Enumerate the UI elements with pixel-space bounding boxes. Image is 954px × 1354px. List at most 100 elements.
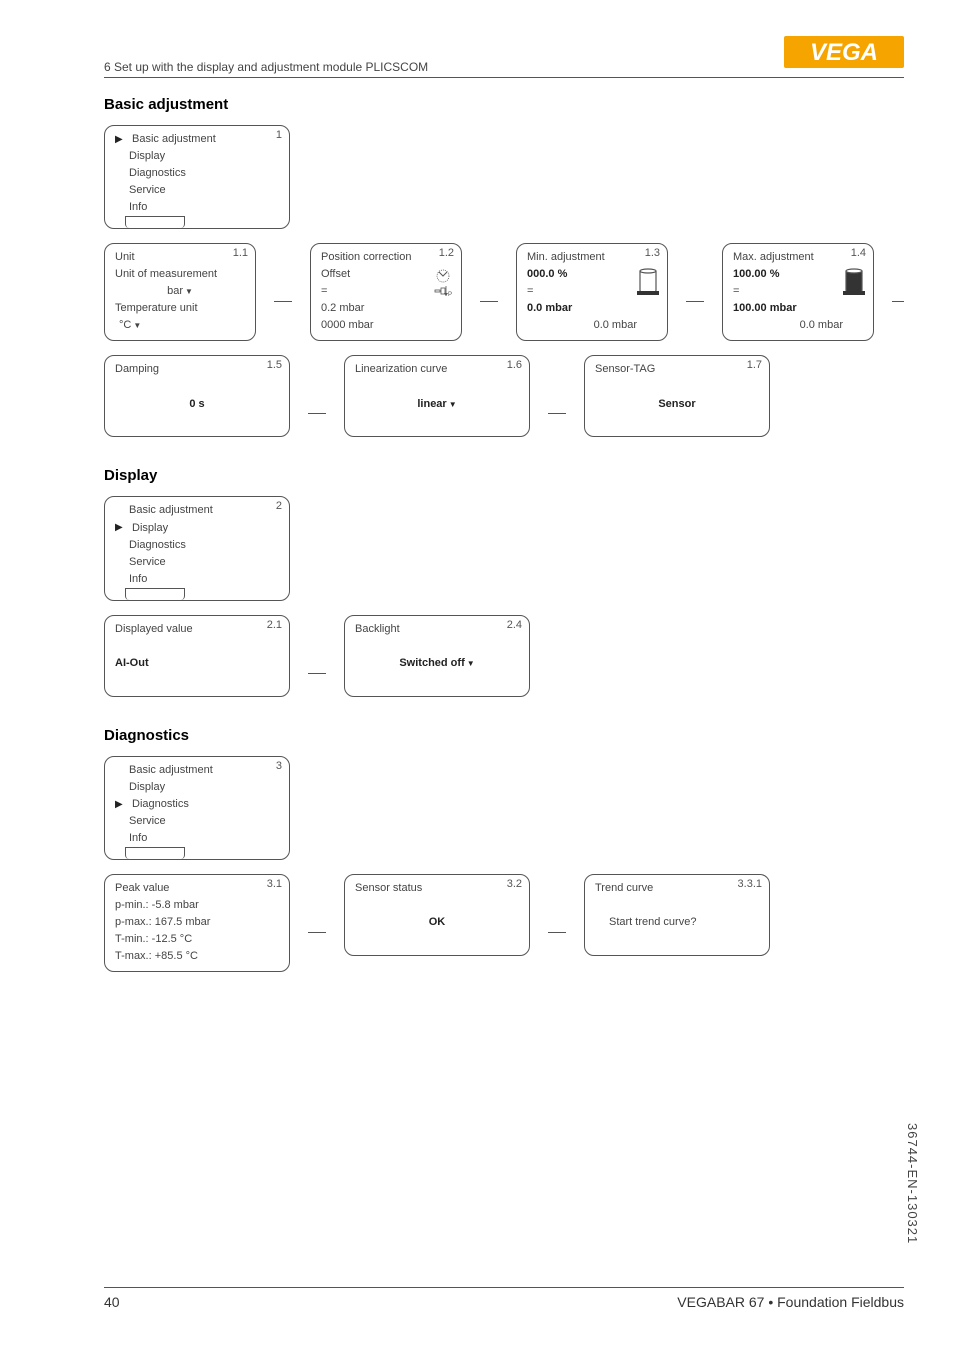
label: = — [321, 283, 327, 300]
label: Damping — [115, 361, 159, 378]
screen-backlight: 2.4 Backlight Switched off — [344, 615, 530, 697]
menu-item[interactable]: Diagnostics — [129, 165, 186, 182]
temp-unit-value[interactable]: °C — [119, 317, 141, 334]
menu-tab-indicator — [125, 847, 185, 859]
value: 0 s — [189, 396, 204, 413]
screen-number: 3.3.1 — [738, 878, 762, 890]
screen-number: 3.2 — [507, 878, 522, 890]
label: Trend curve — [595, 880, 653, 897]
menu-item[interactable]: Service — [129, 554, 166, 571]
connector-line — [308, 904, 326, 960]
screen-sensor-tag: 1.7 Sensor-TAG Sensor — [584, 355, 770, 437]
label: Sensor-TAG — [595, 361, 655, 378]
connector-line — [480, 273, 498, 329]
menu-item[interactable]: Display — [129, 148, 165, 165]
value: Sensor — [658, 396, 695, 413]
screen-number: 1.7 — [747, 359, 762, 371]
menu-tab-indicator — [125, 216, 185, 228]
label: Linearization curve — [355, 361, 447, 378]
min-tank-icon — [637, 268, 659, 303]
label: = — [527, 283, 533, 300]
screen-sensor-status: 3.2 Sensor status OK — [344, 874, 530, 956]
menu-item[interactable]: Service — [129, 182, 166, 199]
svg-text:VEGA: VEGA — [810, 39, 878, 66]
screen-number: 1.3 — [645, 247, 660, 259]
menu-screen-diagnostics: 3 Basic adjustment Display ▶Diagnostics … — [104, 756, 290, 860]
triangle-right-icon: ▶ — [115, 132, 127, 148]
screen-number: 1.2 — [439, 247, 454, 259]
menu-item[interactable]: Service — [129, 813, 166, 830]
value: 100.00 % — [733, 266, 779, 283]
screen-unit: 1.1 Unit Unit of measurement bar Tempera… — [104, 243, 256, 341]
menu-item[interactable]: Display — [132, 520, 168, 537]
page-number: 40 — [104, 1294, 120, 1310]
value: AI-Out — [115, 655, 149, 672]
connector-line — [686, 273, 704, 329]
triangle-right-icon: ▶ — [115, 797, 127, 813]
backlight-value[interactable]: Switched off — [399, 655, 474, 672]
screen-number: 3.1 — [267, 878, 282, 890]
label: Unit of measurement — [115, 266, 217, 283]
section-title-display: Display — [104, 467, 904, 484]
screen-number: 1.6 — [507, 359, 522, 371]
section-title-diagnostics: Diagnostics — [104, 727, 904, 744]
menu-item[interactable]: Basic adjustment — [129, 762, 213, 779]
value: 0.0 mbar — [527, 300, 572, 317]
screen-min-adjustment: 1.3 Min. adjustment 000.0 % = 0.0 mbar 0… — [516, 243, 668, 341]
page-footer: 40 VEGABAR 67 • Foundation Fieldbus — [104, 1287, 904, 1310]
connector-line — [548, 385, 566, 441]
label: Temperature unit — [115, 300, 198, 317]
vega-logo: VEGA — [784, 36, 904, 73]
menu-screen-display: 2 Basic adjustment ▶Display Diagnostics … — [104, 496, 290, 600]
screen-number: 2 — [276, 500, 282, 512]
menu-item[interactable]: Basic adjustment — [132, 131, 216, 148]
menu-item[interactable]: Info — [129, 571, 147, 588]
label: Max. adjustment — [733, 249, 814, 266]
screen-number: 1.1 — [233, 247, 248, 259]
screen-number: 1 — [276, 129, 282, 141]
triangle-right-icon: ▶ — [115, 520, 127, 536]
screen-number: 2.4 — [507, 619, 522, 631]
value: T-max.: +85.5 °C — [115, 948, 198, 965]
screen-max-adjustment: 1.4 Max. adjustment 100.00 % = 100.00 mb… — [722, 243, 874, 341]
menu-item[interactable]: Info — [129, 830, 147, 847]
menu-item[interactable]: Diagnostics — [132, 796, 189, 813]
label: Peak value — [115, 880, 169, 897]
menu-item[interactable]: Basic adjustment — [129, 502, 213, 519]
position-correction-icon: P — [433, 268, 453, 307]
screen-linearization: 1.6 Linearization curve linear — [344, 355, 530, 437]
label: Unit — [115, 249, 135, 266]
screen-number: 3 — [276, 760, 282, 772]
value: 0.0 mbar — [594, 317, 637, 334]
label: = — [733, 283, 739, 300]
screen-damping: 1.5 Damping 0 s — [104, 355, 290, 437]
value: 100.00 mbar — [733, 300, 797, 317]
screen-displayed-value: 2.1 Displayed value AI-Out — [104, 615, 290, 697]
linearization-value[interactable]: linear — [417, 396, 456, 413]
svg-text:P: P — [448, 292, 452, 298]
menu-screen-basic: 1 ▶Basic adjustment Display Diagnostics … — [104, 125, 290, 229]
unit-value[interactable]: bar — [167, 283, 193, 300]
menu-item[interactable]: Info — [129, 199, 147, 216]
screen-position-correction: 1.2 P Position correction Offset — [310, 243, 462, 341]
label: Offset — [321, 266, 350, 283]
menu-item[interactable]: Display — [129, 779, 165, 796]
value: OK — [429, 914, 446, 931]
connector-line — [308, 645, 326, 701]
value: 000.0 % — [527, 266, 567, 283]
label: Backlight — [355, 621, 400, 638]
value: 0.2 mbar — [321, 300, 364, 317]
prompt[interactable]: Start trend curve? — [609, 914, 696, 931]
value: p-min.: -5.8 mbar — [115, 897, 199, 914]
header-text: 6 Set up with the display and adjustment… — [104, 60, 428, 74]
label: Min. adjustment — [527, 249, 605, 266]
max-tank-icon — [843, 268, 865, 303]
value: 0.0 mbar — [800, 317, 843, 334]
screen-trend-curve: 3.3.1 Trend curve Start trend curve? — [584, 874, 770, 956]
connector-line — [274, 273, 292, 329]
value: p-max.: 167.5 mbar — [115, 914, 210, 931]
section-title-basic-adjustment: Basic adjustment — [104, 96, 904, 113]
document-code: 36744-EN-130321 — [905, 1123, 920, 1244]
menu-item[interactable]: Diagnostics — [129, 537, 186, 554]
screen-number: 2.1 — [267, 619, 282, 631]
